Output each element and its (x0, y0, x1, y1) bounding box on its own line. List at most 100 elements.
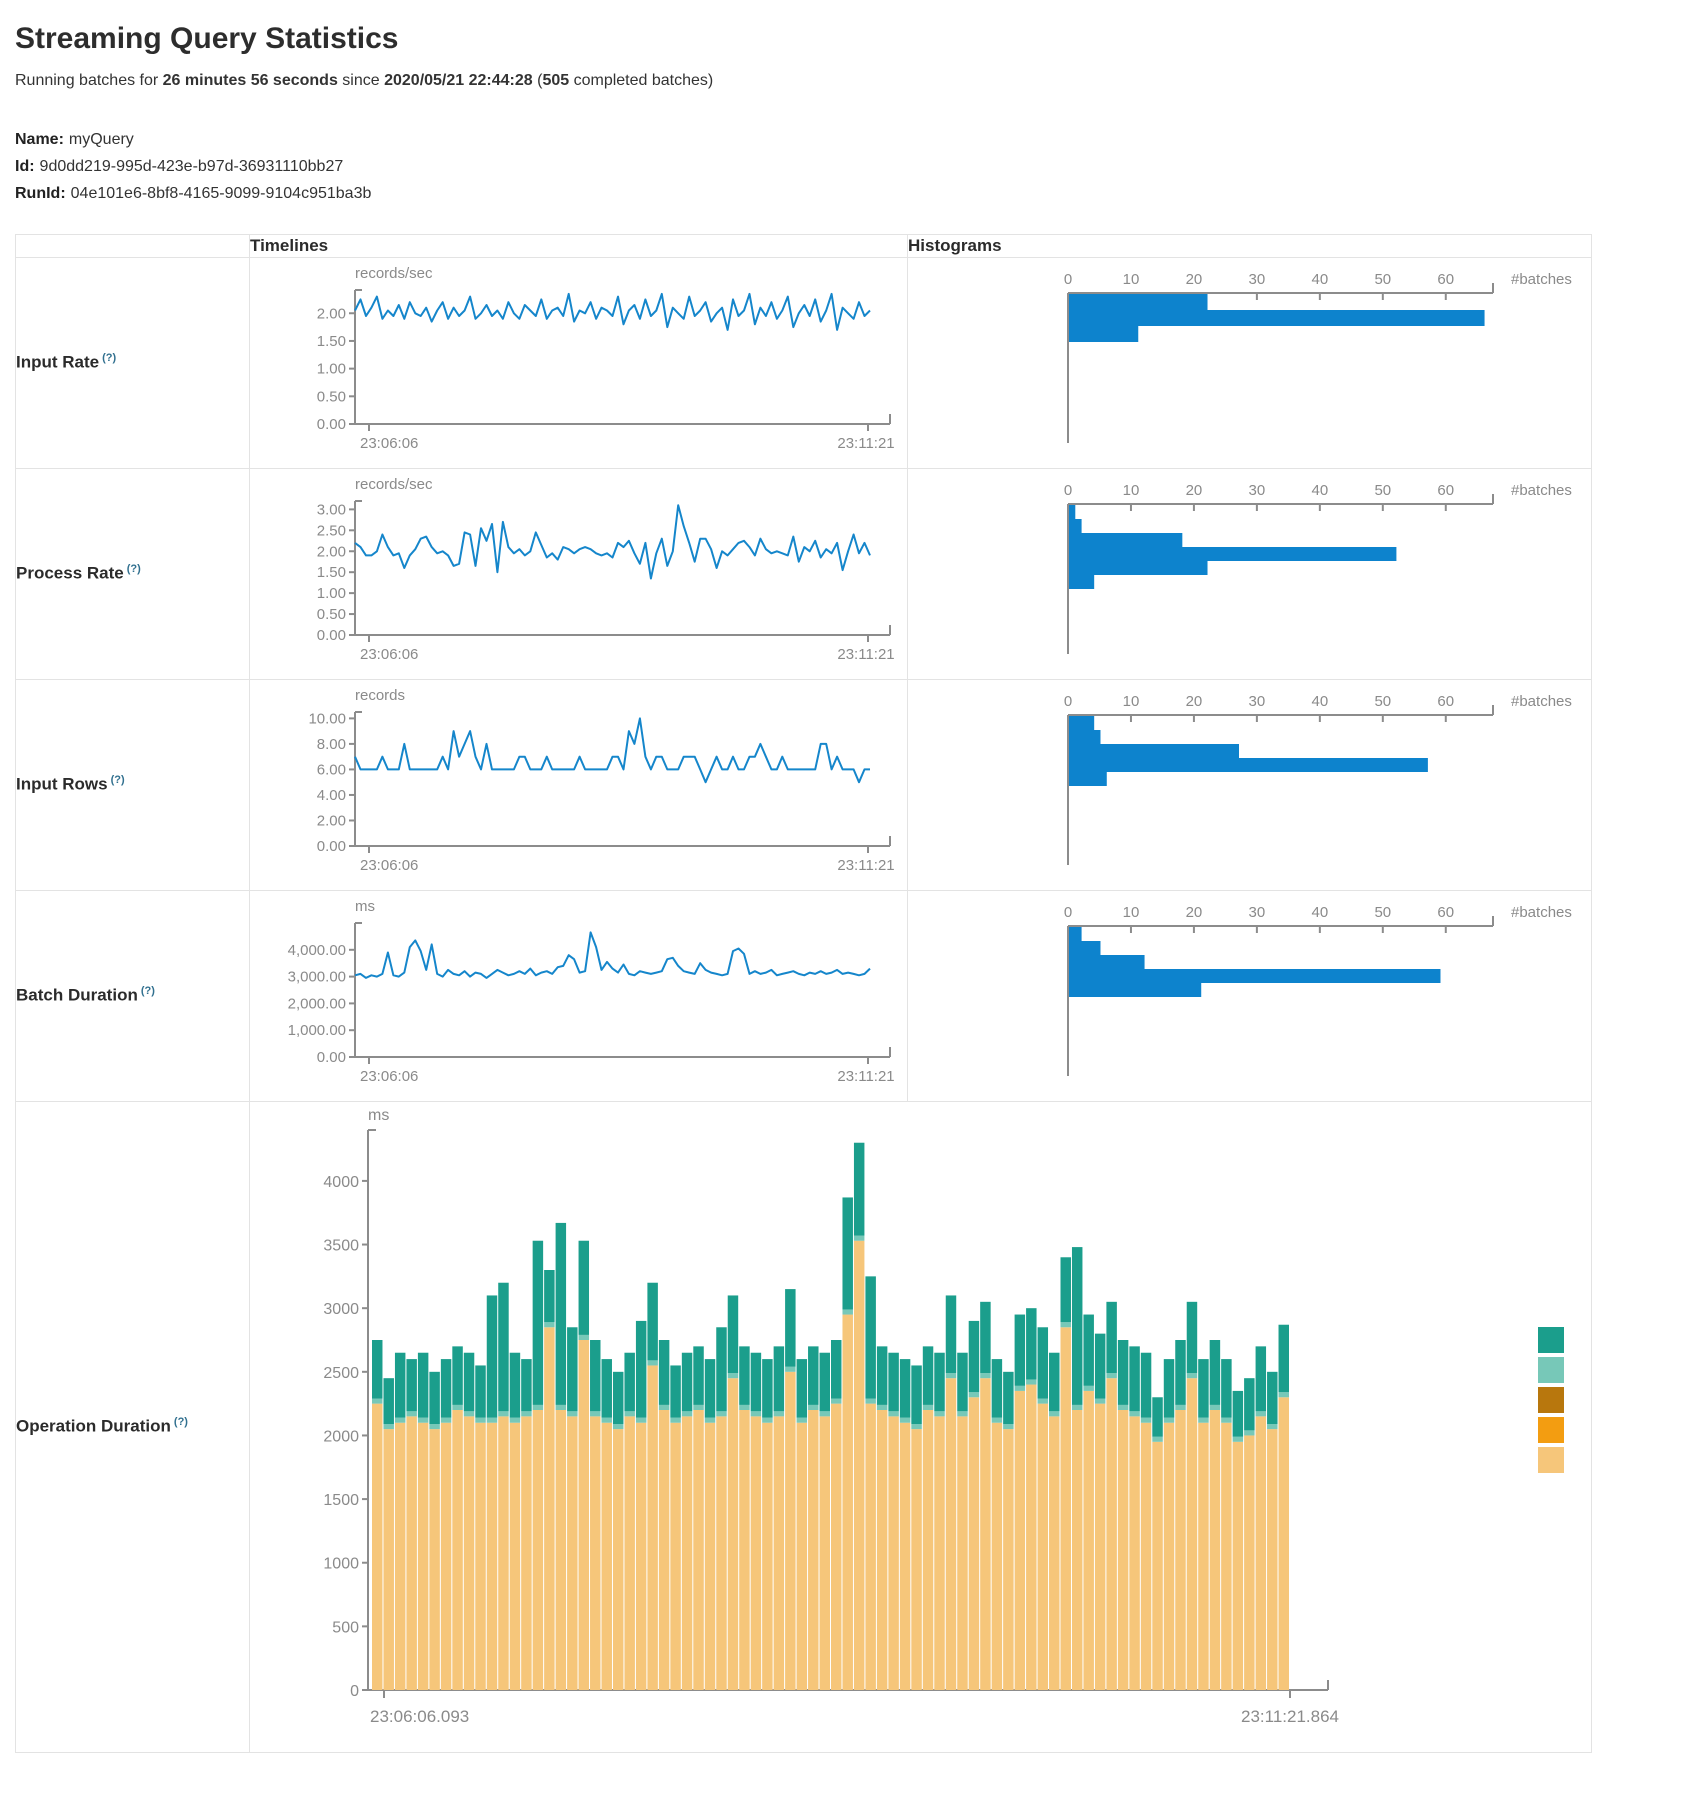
svg-text:30: 30 (1249, 482, 1266, 499)
svg-text:1.50: 1.50 (317, 333, 346, 350)
page-title: Streaming Query Statistics (15, 22, 1693, 56)
svg-text:1.00: 1.00 (317, 360, 346, 377)
svg-text:30: 30 (1249, 271, 1266, 288)
input-rate-timeline-chart: records/sec2.001.501.000.500.0023:06:062… (250, 258, 907, 468)
batch-duration-row: Batch Duration(?) ms 4,000.00 3,000.00 2,00… (16, 890, 1592, 1101)
metric-label-input-rate: Input Rate(?) (16, 257, 250, 468)
svg-text:1.50: 1.50 (317, 564, 346, 581)
svg-text:0.50: 0.50 (317, 388, 346, 405)
summary-prefix: Running batches for (15, 72, 163, 89)
svg-text:0: 0 (350, 1683, 359, 1700)
svg-text:23:06:06.093: 23:06:06.093 (370, 1707, 469, 1726)
help-icon[interactable]: (?) (111, 774, 125, 786)
svg-text:#batches: #batches (1511, 271, 1572, 288)
help-icon[interactable]: (?) (174, 1416, 188, 1428)
process-rate-histogram-chart: 0102030405060#batches (908, 469, 1591, 669)
svg-text:ms: ms (368, 1107, 389, 1124)
svg-text:500: 500 (332, 1619, 359, 1636)
summary-paren-close: completed batches) (569, 72, 713, 89)
svg-text:23:06:06: 23:06:06 (360, 857, 418, 874)
process-rate-timeline-chart: records/sec3.002.502.001.501.000.500.002… (250, 469, 907, 679)
svg-text:#batches: #batches (1511, 482, 1572, 499)
svg-text:#batches: #batches (1511, 904, 1572, 921)
operation-duration-chart: ms4000350030002500200015001000500023:06:… (250, 1102, 1591, 1752)
query-runid-label: RunId: (15, 185, 66, 202)
input-rows-row: Input Rows(?) records10.008.006.004.002.… (16, 679, 1592, 890)
query-id-label: Id: (15, 158, 35, 175)
svg-text:records: records (355, 687, 405, 704)
svg-text:2.00: 2.00 (317, 543, 346, 560)
svg-text:0: 0 (1064, 271, 1072, 288)
svg-text:10: 10 (1123, 482, 1140, 499)
svg-text:40: 40 (1312, 482, 1329, 499)
help-icon[interactable]: (?) (127, 563, 141, 575)
query-name-row: Name:myQuery (15, 126, 1693, 153)
svg-text:50: 50 (1374, 482, 1391, 499)
summary-batch-count: 505 (542, 72, 569, 89)
svg-text:0: 0 (1064, 482, 1072, 499)
column-header-histograms: Histograms (908, 234, 1592, 257)
svg-text:1,000.00: 1,000.00 (288, 1022, 346, 1039)
svg-text:23:06:06: 23:06:06 (360, 435, 418, 452)
query-runid-row: RunId: 04e101e6-8bf8-4165-9099-9104c951ba… (15, 180, 1693, 207)
svg-text:3500: 3500 (323, 1237, 359, 1254)
query-runid-value: 04e101e6-8bf8-4165-9099-9104c951ba3b (71, 185, 372, 202)
statistics-table: Timelines Histograms Input Rate(?) recor… (15, 234, 1592, 1753)
svg-text:ms: ms (355, 898, 375, 915)
svg-text:0.00: 0.00 (317, 1049, 346, 1066)
streaming-query-statistics-page: Streaming Query Statistics Running batch… (0, 0, 1693, 1773)
process-rate-row: Process Rate(?) records/sec3.002.502.001… (16, 468, 1592, 679)
summary-start-time: 2020/05/21 22:44:28 (384, 72, 533, 89)
input-rate-row: Input Rate(?) records/sec2.001.501.000.5… (16, 257, 1592, 468)
svg-text:20: 20 (1186, 482, 1203, 499)
column-header-timelines: Timelines (250, 234, 908, 257)
svg-text:0.50: 0.50 (317, 606, 346, 623)
svg-text:4000: 4000 (323, 1173, 359, 1190)
svg-text:23:06:06: 23:06:06 (360, 1068, 418, 1085)
table-header-row: Timelines Histograms (16, 234, 1592, 257)
svg-text:0: 0 (1064, 693, 1072, 710)
svg-text:2500: 2500 (323, 1364, 359, 1381)
svg-text:50: 50 (1374, 693, 1391, 710)
svg-text:40: 40 (1312, 904, 1329, 921)
svg-text:records/sec: records/sec (355, 476, 433, 493)
input-rows-histogram-chart: 0102030405060#batches (908, 680, 1591, 880)
svg-text:60: 60 (1437, 271, 1454, 288)
svg-text:20: 20 (1186, 693, 1203, 710)
svg-text:60: 60 (1437, 904, 1454, 921)
input-rate-histogram-chart: 0 10 20 30 40 50 60 #batches (908, 258, 1591, 458)
svg-text:10: 10 (1123, 271, 1140, 288)
query-name-label: Name: (15, 131, 64, 148)
svg-text:1000: 1000 (323, 1555, 359, 1572)
summary-paren-open: ( (533, 72, 543, 89)
svg-text:20: 20 (1186, 271, 1203, 288)
svg-text:40: 40 (1312, 693, 1329, 710)
svg-text:0: 0 (1064, 904, 1072, 921)
svg-text:10: 10 (1123, 693, 1140, 710)
svg-text:1500: 1500 (323, 1492, 359, 1509)
summary-duration: 26 minutes 56 seconds (163, 72, 338, 89)
svg-text:#batches: #batches (1511, 693, 1572, 710)
svg-text:2.00: 2.00 (317, 305, 346, 322)
svg-text:40: 40 (1312, 271, 1329, 288)
metric-label-batch-duration: Batch Duration(?) (16, 890, 250, 1101)
svg-text:4,000.00: 4,000.00 (288, 941, 346, 958)
svg-text:2.00: 2.00 (317, 812, 346, 829)
input-rows-timeline-chart: records10.008.006.004.002.000.0023:06:06… (250, 680, 907, 890)
svg-text:8.00: 8.00 (317, 735, 346, 752)
help-icon[interactable]: (?) (141, 985, 155, 997)
query-id-row: Id:9d0dd219-995d-423e-b97d-36931110bb27 (15, 153, 1693, 180)
svg-text:2,000.00: 2,000.00 (288, 995, 346, 1012)
svg-text:3,000.00: 3,000.00 (288, 968, 346, 985)
svg-text:23:11:21: 23:11:21 (837, 435, 894, 452)
svg-text:23:11:21: 23:11:21 (837, 1068, 894, 1085)
svg-text:10: 10 (1123, 904, 1140, 921)
svg-text:23:06:06: 23:06:06 (360, 646, 418, 663)
batch-duration-histogram-chart: 0102030405060#batches (908, 891, 1591, 1091)
svg-text:6.00: 6.00 (317, 761, 346, 778)
svg-text:0.00: 0.00 (317, 627, 346, 644)
svg-text:20: 20 (1186, 904, 1203, 921)
summary-since: since (338, 72, 384, 89)
help-icon[interactable]: (?) (102, 352, 116, 364)
svg-text:50: 50 (1374, 271, 1391, 288)
